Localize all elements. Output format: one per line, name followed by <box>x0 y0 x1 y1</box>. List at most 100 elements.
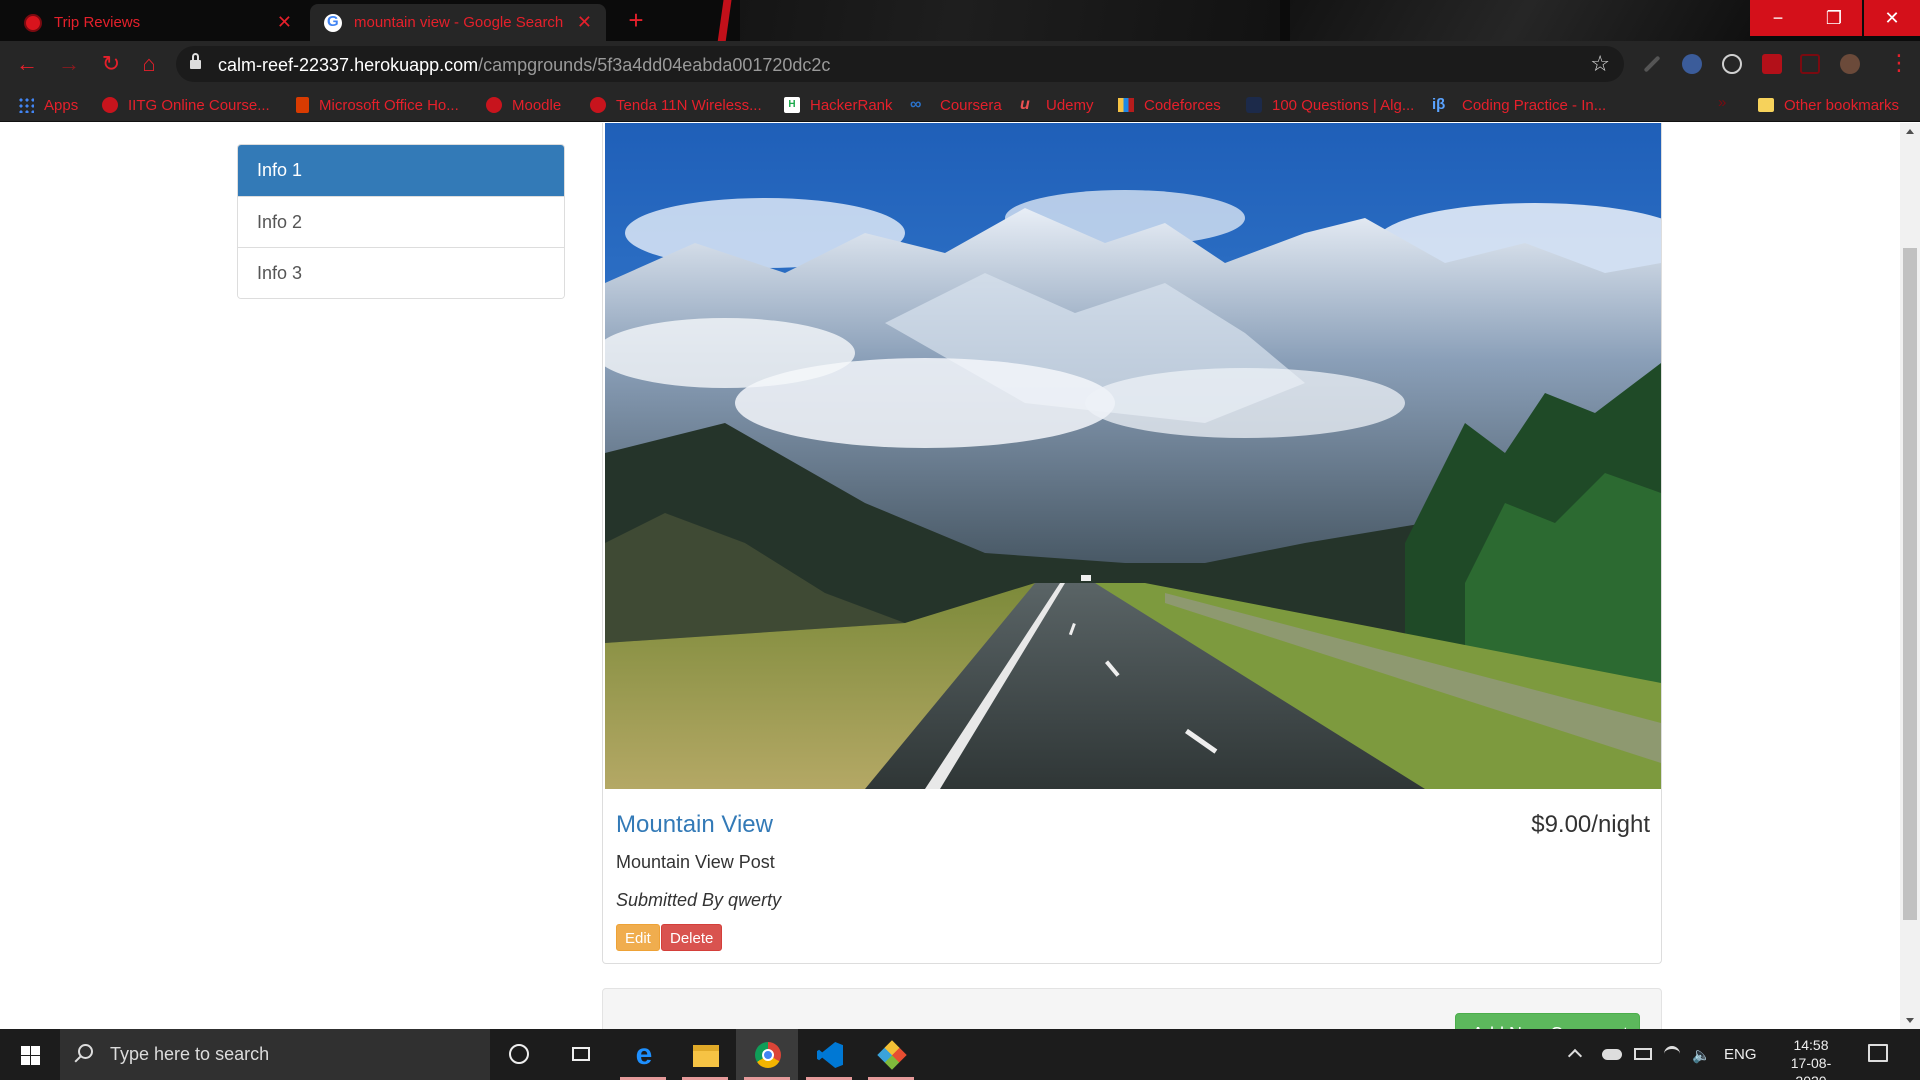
taskbar-file-explorer[interactable] <box>674 1029 736 1080</box>
input-language[interactable]: ENG <box>1724 1046 1757 1080</box>
scrollbar-thumb[interactable] <box>1903 248 1917 920</box>
reload-icon[interactable]: ↻ <box>96 49 126 79</box>
tenda-icon <box>590 97 606 113</box>
page-content: Info 1 Info 2 Info 3 Mountain View $9.00… <box>0 123 1900 1029</box>
extension-icon[interactable] <box>1800 54 1820 74</box>
taskbar-git[interactable] <box>860 1029 922 1080</box>
url-host: calm-reef-22337.herokuapp.com <box>218 55 479 75</box>
tab-title: mountain view - Google Search <box>354 14 564 31</box>
cursor-extension-icon[interactable] <box>1682 54 1702 74</box>
add-comment-button[interactable]: Add New Comment <box>1455 1013 1640 1029</box>
bookmark-codeforces[interactable]: Codeforces <box>1118 94 1221 116</box>
chrome-icon <box>755 1042 781 1068</box>
mountain-road-photo <box>605 123 1661 789</box>
bookmark-label: Other bookmarks <box>1784 96 1900 114</box>
puzzle-extension-icon[interactable] <box>1762 54 1782 74</box>
codeforces-icon <box>1118 98 1134 112</box>
browser-tab-strip: Trip Reviews ✕ mountain view - Google Se… <box>0 0 1920 41</box>
search-icon <box>78 1044 93 1059</box>
sidebar-item-info-3[interactable]: Info 3 <box>238 247 564 298</box>
delete-button[interactable]: Delete <box>661 924 723 951</box>
edge-icon: e <box>635 1038 653 1071</box>
forward-arrow-icon[interactable]: → <box>54 49 84 79</box>
campground-price: $9.00/night <box>1531 811 1650 838</box>
new-tab-button[interactable]: + <box>622 7 650 35</box>
sidebar-item-info-1[interactable]: Info 1 <box>238 145 564 196</box>
bookmark-label: Moodle <box>512 96 562 114</box>
bookmark-moodle[interactable]: Moodle <box>486 94 561 116</box>
windows-logo-icon <box>21 1046 40 1065</box>
close-window-button[interactable]: ✕ <box>1864 0 1920 36</box>
clock-date: 17-08-2020 <box>1790 1055 1832 1080</box>
tab-favicon-icon <box>24 13 42 32</box>
theme-decoration <box>740 0 1280 41</box>
clock[interactable]: 14:58 17-08-2020 <box>1776 1036 1846 1080</box>
bookmark-label: Udemy <box>1046 96 1094 114</box>
bookmark-label: Apps <box>44 96 79 114</box>
page-scrollbar[interactable] <box>1900 123 1920 1029</box>
url-text[interactable]: calm-reef-22337.herokuapp.com/campground… <box>218 55 830 76</box>
start-button[interactable] <box>0 1029 60 1080</box>
battery-icon[interactable] <box>1634 1048 1652 1060</box>
task-view-button[interactable] <box>550 1029 612 1080</box>
bookmark-label: IITG Online Course... <box>128 96 270 114</box>
taskbar-chrome[interactable] <box>736 1029 798 1080</box>
bookmark-coursera[interactable]: ∞ Coursera <box>910 94 1002 116</box>
bookmark-label: Coding Practice - In... <box>1462 96 1607 114</box>
bookmark-tenda[interactable]: Tenda 11N Wireless... <box>590 94 762 116</box>
taskbar-edge[interactable]: e <box>612 1029 674 1080</box>
sidebar-list-group: Info 1 Info 2 Info 3 <box>237 144 565 299</box>
notifications-icon[interactable] <box>1868 1044 1888 1062</box>
clock-time: 14:58 <box>1793 1037 1829 1053</box>
show-hidden-icons-chevron-icon[interactable] <box>1567 1048 1583 1064</box>
bookmark-coding-practice[interactable]: iβ Coding Practice - In... <box>1432 94 1606 116</box>
edit-button[interactable]: Edit <box>616 924 660 951</box>
lock-icon[interactable] <box>190 53 201 70</box>
theme-decoration-stripe <box>715 0 733 41</box>
windows-taskbar: Type here to search e 🔈 ENG 14:58 17-08-… <box>0 1029 1920 1080</box>
comments-well: Add New Comment <box>602 988 1662 1029</box>
close-tab-icon[interactable]: ✕ <box>577 12 592 33</box>
task-view-icon <box>572 1047 590 1061</box>
udemy-icon: u <box>1020 96 1030 113</box>
bookmark-office[interactable]: Microsoft Office Ho... <box>296 94 459 116</box>
bookmark-star-icon[interactable]: ☆ <box>1590 51 1610 77</box>
react-devtools-icon[interactable] <box>1722 54 1742 74</box>
taskbar-vscode[interactable] <box>798 1029 860 1080</box>
cortana-button[interactable] <box>488 1029 550 1080</box>
minimize-window-button[interactable]: − <box>1750 0 1806 36</box>
volume-icon[interactable]: 🔈 <box>1692 1046 1711 1064</box>
sidebar-item-info-2[interactable]: Info 2 <box>238 196 564 247</box>
address-bar[interactable]: calm-reef-22337.herokuapp.com/campground… <box>176 46 1624 82</box>
bookmark-label: 100 Questions | Alg... <box>1272 96 1415 114</box>
scroll-up-arrow-icon[interactable] <box>1906 129 1914 134</box>
scroll-down-arrow-icon[interactable] <box>1906 1018 1914 1023</box>
pen-extension-icon[interactable] <box>1643 55 1661 73</box>
bookmark-hackerrank[interactable]: H HackerRank <box>784 94 893 116</box>
bookmark-100-questions[interactable]: 100 Questions | Alg... <box>1246 94 1414 116</box>
profile-avatar[interactable] <box>1840 54 1860 74</box>
bookmark-apps[interactable]: Apps <box>18 94 78 116</box>
campground-image <box>605 123 1661 789</box>
browser-toolbar: ← → ↻ ⌂ calm-reef-22337.herokuapp.com/ca… <box>0 41 1920 87</box>
browser-tab-trip-reviews[interactable]: Trip Reviews ✕ <box>10 4 306 41</box>
bookmark-udemy[interactable]: u Udemy <box>1020 94 1094 116</box>
theme-decoration <box>1290 0 1750 41</box>
campground-name-link[interactable]: Mountain View <box>616 811 773 839</box>
home-icon[interactable]: ⌂ <box>134 49 164 79</box>
restore-window-button[interactable]: ❐ <box>1806 0 1862 36</box>
close-tab-icon[interactable]: ✕ <box>277 12 292 33</box>
bookmark-other-folder[interactable]: Other bookmarks <box>1758 94 1899 116</box>
browser-menu-icon[interactable]: ⋮ <box>1888 50 1910 76</box>
wifi-icon[interactable] <box>1664 1046 1680 1062</box>
campground-description: Mountain View Post <box>616 852 775 872</box>
bookmark-iitg[interactable]: IITG Online Course... <box>102 94 270 116</box>
iitg-icon <box>102 97 118 113</box>
onedrive-cloud-icon[interactable] <box>1602 1049 1622 1060</box>
taskbar-search-box[interactable]: Type here to search <box>60 1029 490 1080</box>
back-arrow-icon[interactable]: ← <box>12 49 42 79</box>
browser-tab-google-search[interactable]: mountain view - Google Search ✕ <box>310 4 606 41</box>
coursera-icon: ∞ <box>910 96 922 113</box>
more-bookmarks-icon[interactable]: » <box>1718 94 1726 111</box>
google-favicon-icon <box>324 13 342 32</box>
